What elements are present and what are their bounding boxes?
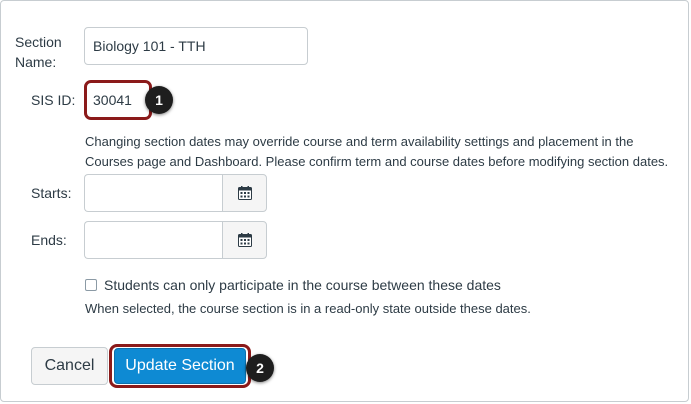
restrict-dates-checkbox-label[interactable]: Students can only participate in the cou… bbox=[104, 276, 501, 294]
callout-badge-1: 1 bbox=[145, 86, 173, 114]
restrict-dates-help-text: When selected, the course section is in … bbox=[85, 301, 531, 316]
update-section-highlight: Update Section bbox=[109, 344, 251, 388]
calendar-icon bbox=[237, 186, 252, 200]
starts-calendar-button[interactable] bbox=[222, 174, 267, 212]
section-name-label: Section Name: bbox=[15, 34, 62, 70]
sis-id-label: SIS ID: bbox=[31, 92, 76, 108]
edit-section-form: Section Name: SIS ID: 1 Changing section… bbox=[0, 0, 689, 402]
cancel-button[interactable]: Cancel bbox=[31, 347, 108, 385]
calendar-icon bbox=[237, 233, 252, 247]
section-dates-help-text: Changing section dates may override cour… bbox=[85, 134, 669, 169]
update-section-button[interactable]: Update Section bbox=[114, 348, 246, 384]
ends-date-group bbox=[84, 221, 267, 259]
ends-label: Ends: bbox=[31, 232, 67, 248]
starts-label: Starts: bbox=[31, 185, 72, 201]
section-name-input[interactable] bbox=[84, 27, 308, 65]
ends-calendar-button[interactable] bbox=[222, 221, 267, 259]
restrict-dates-row: Students can only participate in the cou… bbox=[85, 276, 501, 294]
starts-date-input[interactable] bbox=[84, 174, 222, 212]
callout-badge-2: 2 bbox=[246, 354, 274, 382]
ends-date-input[interactable] bbox=[84, 221, 222, 259]
sis-id-input[interactable] bbox=[84, 80, 152, 120]
restrict-dates-checkbox[interactable] bbox=[85, 279, 97, 291]
starts-date-group bbox=[84, 174, 267, 212]
